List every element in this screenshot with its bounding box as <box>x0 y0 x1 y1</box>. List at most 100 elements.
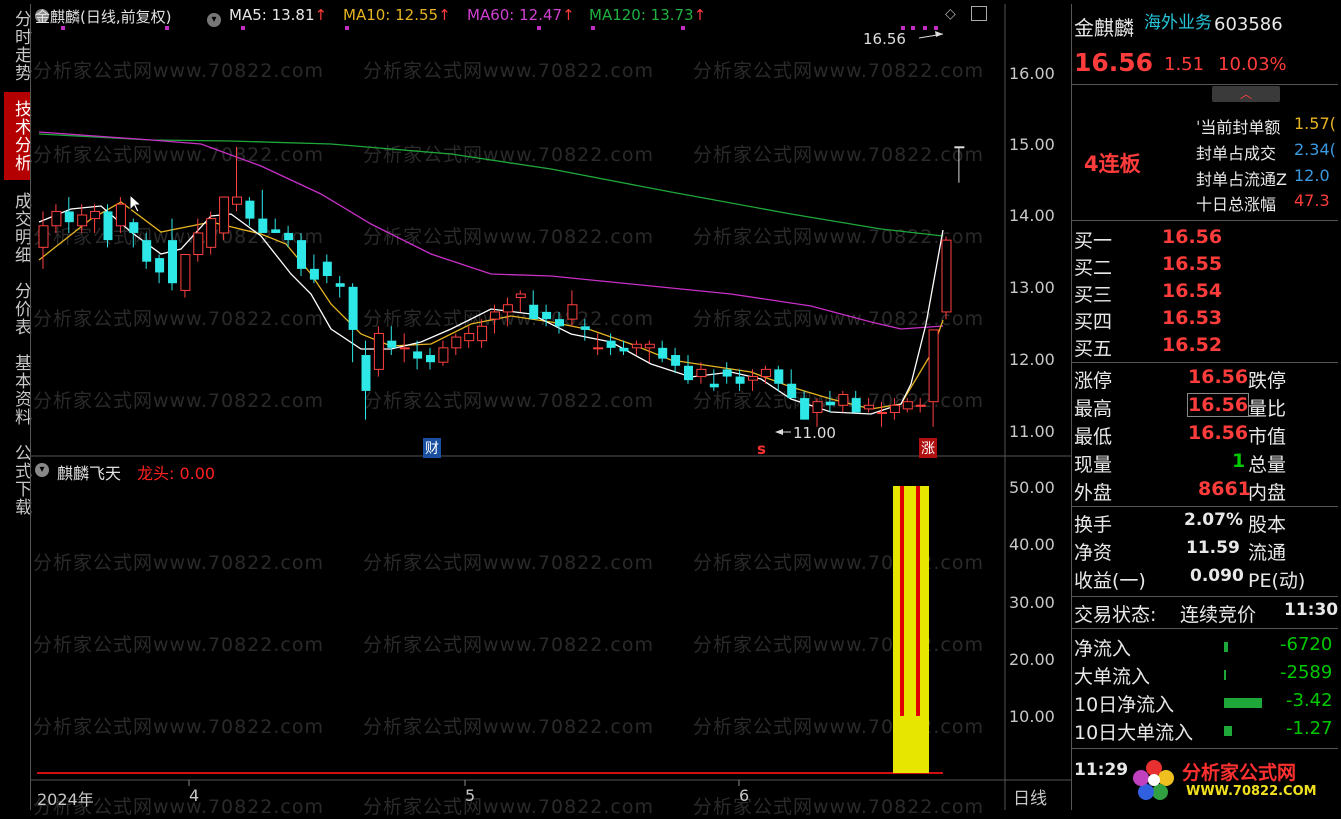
candle-body <box>258 218 268 233</box>
site-logo: 分析家公式网 WWW.70822.COM <box>1132 754 1332 806</box>
flow-label: 10日大单流入 <box>1074 722 1194 744</box>
candle-body <box>155 258 165 273</box>
candle-body <box>180 254 191 291</box>
fund-value: 2.07% <box>1184 510 1243 530</box>
limit-up-marker[interactable]: 涨 <box>919 438 937 458</box>
candle-body <box>631 343 642 349</box>
candle-body <box>774 369 784 384</box>
candle-body <box>864 404 875 410</box>
bid-price[interactable]: 16.53 <box>1162 307 1222 329</box>
candle-body <box>232 196 242 205</box>
candle-body <box>284 232 294 241</box>
candle-body <box>555 319 564 327</box>
quote-label: 涨停 <box>1074 370 1113 392</box>
candle-body <box>529 304 539 320</box>
quote-label: 总量 <box>1248 454 1287 476</box>
logo-url: WWW.70822.COM <box>1186 784 1317 799</box>
seal-label: 封单占流通Z <box>1196 170 1287 189</box>
candle-body <box>451 336 462 349</box>
tab-technical-analysis[interactable]: 技术分析 <box>4 92 31 180</box>
ma60-line <box>38 131 944 330</box>
quote-label: 跌停 <box>1248 370 1287 392</box>
price-change-pct: 10.03% <box>1218 54 1287 75</box>
candle-body <box>335 283 345 287</box>
quote-label: 市值 <box>1248 426 1287 448</box>
candle-body <box>322 261 332 277</box>
candle-body <box>193 232 204 256</box>
tab-price-table[interactable]: 分价表 <box>4 276 31 342</box>
flow-value: -1.27 <box>1286 718 1333 739</box>
candle-body <box>426 355 435 363</box>
candle-body <box>580 326 590 330</box>
fund-label: 股本 <box>1248 514 1287 536</box>
candle-body <box>644 343 655 349</box>
bid-price[interactable]: 16.54 <box>1162 280 1222 302</box>
seal-label: 封单占成交 <box>1196 144 1277 163</box>
seal-value: 1.57( <box>1294 114 1336 133</box>
left-tab-bar: 分时走势 技术分析 成交明细 分价表 基本资料 公式下载 <box>4 4 31 810</box>
candle-body <box>735 376 745 384</box>
chart-panel: 分析家公式网www.70822.com 分析家公式网www.70822.com … <box>30 4 1071 818</box>
flow-bar <box>1224 670 1226 680</box>
bid-label: 买一 <box>1074 230 1113 252</box>
mouse-cursor-icon <box>129 194 143 213</box>
fund-label: 净资 <box>1074 542 1113 564</box>
high-price-annotation: 16.56 <box>863 30 906 48</box>
candle-body <box>464 332 475 342</box>
candle-body <box>206 218 217 248</box>
concept-tag[interactable]: 海外业务 <box>1144 8 1212 33</box>
quote-label: 内盘 <box>1248 482 1287 504</box>
candle-body <box>413 351 423 359</box>
candlestick-chart[interactable] <box>31 4 1071 810</box>
flow-label: 大单流入 <box>1074 666 1151 688</box>
flow-label: 净流入 <box>1074 638 1132 660</box>
tab-basic-info[interactable]: 基本资料 <box>4 348 31 432</box>
candle-body <box>722 369 732 377</box>
quote-value: 1 <box>1232 450 1246 472</box>
indicator-red-line <box>916 486 920 716</box>
finance-marker[interactable]: 财 <box>423 438 441 458</box>
bid-price[interactable]: 16.52 <box>1162 334 1222 356</box>
candle-body <box>877 411 887 414</box>
seal-value: 12.0 <box>1294 166 1330 185</box>
tab-time-sharing[interactable]: 分时走势 <box>4 6 31 86</box>
flow-value: -2589 <box>1280 662 1333 683</box>
flow-bar <box>1224 698 1262 708</box>
tab-formula-download[interactable]: 公式下载 <box>4 438 31 522</box>
collapse-chevron-icon[interactable]: ︿ <box>1212 86 1280 102</box>
candle-body <box>502 304 513 313</box>
signal-dots <box>61 26 938 30</box>
quote-value: 16.56 <box>1188 366 1249 388</box>
candle-body <box>851 398 861 413</box>
fund-value: 0.090 <box>1190 566 1244 586</box>
bid-label: 买五 <box>1074 338 1113 360</box>
seal-label: ˈ当前封单额 <box>1196 118 1281 137</box>
seal-value: 2.34( <box>1294 140 1336 159</box>
flow-label: 10日净流入 <box>1074 694 1175 716</box>
quote-panel: 金麒麟 海外业务 603586 16.56 1.51 10.03% ︿ 4连板 … <box>1071 4 1338 810</box>
logo-text: 分析家公式网 <box>1182 762 1297 784</box>
quote-value: 16.56 <box>1188 422 1249 444</box>
candle-body <box>671 355 681 366</box>
bid-price[interactable]: 16.56 <box>1162 226 1222 248</box>
candle-body <box>542 311 552 320</box>
bid-label: 买四 <box>1074 311 1113 333</box>
tab-trade-detail[interactable]: 成交明细 <box>4 186 31 270</box>
fund-label: 流通 <box>1248 542 1287 564</box>
fund-label: 收益(一) <box>1074 570 1146 592</box>
quote-value: 16.56 <box>1186 393 1250 417</box>
bid-price[interactable]: 16.55 <box>1162 253 1222 275</box>
indicator-red-line <box>900 486 904 716</box>
quote-label: 最低 <box>1074 426 1113 448</box>
candle-body <box>567 304 578 320</box>
candle-body <box>399 347 410 350</box>
ma120-line <box>38 133 944 237</box>
flow-bar <box>1224 726 1232 736</box>
quote-label: 量比 <box>1248 398 1287 420</box>
s-marker[interactable]: s <box>757 440 766 458</box>
candle-body <box>348 286 358 330</box>
candle-body <box>219 196 230 234</box>
trade-time: 11:30 <box>1284 600 1339 620</box>
candle-body <box>684 365 693 381</box>
seal-value: 47.3 <box>1294 191 1330 210</box>
